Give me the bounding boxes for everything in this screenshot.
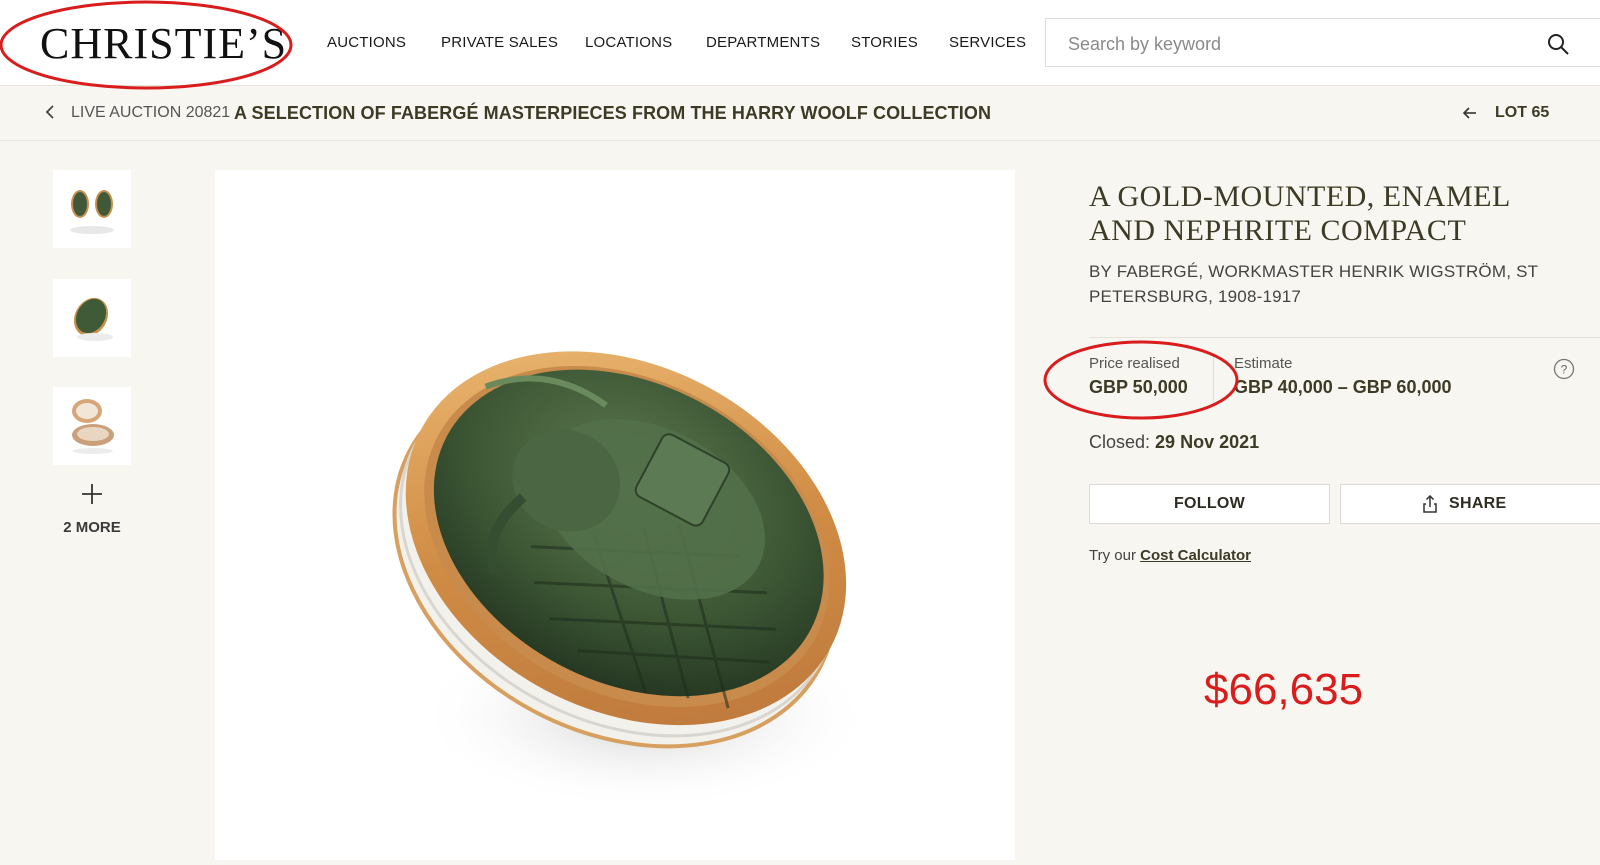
nav-item-locations[interactable]: LOCATIONS bbox=[585, 34, 672, 51]
christies-logo[interactable]: CHRISTIE’S bbox=[40, 20, 287, 68]
estimate-value: GBP 40,000 – GBP 60,000 bbox=[1234, 377, 1452, 397]
nav-item-auctions[interactable]: AUCTIONS bbox=[327, 34, 406, 51]
thumbnail-2[interactable] bbox=[53, 279, 131, 357]
more-images-link[interactable]: 2 MORE bbox=[40, 519, 144, 536]
thumbnail-image bbox=[70, 190, 114, 234]
svg-text:?: ? bbox=[1561, 363, 1568, 377]
site-header: CHRISTIE’S AUCTIONS PRIVATE SALES LOCATI… bbox=[0, 0, 1600, 86]
price-realised-value: GBP 50,000 bbox=[1089, 377, 1188, 397]
auction-number[interactable]: LIVE AUCTION 20821 bbox=[71, 104, 230, 122]
search-icon[interactable] bbox=[1546, 32, 1570, 56]
cost-calculator-row: Try our Cost Calculator bbox=[1089, 547, 1251, 564]
search-input[interactable] bbox=[1066, 31, 1530, 57]
calc-prefix: Try our bbox=[1089, 547, 1136, 564]
auction-title[interactable]: A SELECTION OF FABERGÉ MASTERPIECES FROM… bbox=[234, 103, 991, 124]
thumbnail-3[interactable] bbox=[53, 387, 131, 465]
thumbnail-image bbox=[73, 297, 113, 341]
nav-item-services[interactable]: SERVICES bbox=[949, 34, 1026, 51]
plus-icon[interactable] bbox=[80, 482, 104, 506]
follow-button[interactable]: FOLLOW bbox=[1089, 484, 1330, 524]
lot-number: LOT 65 bbox=[1495, 104, 1550, 121]
thumbnail-image bbox=[72, 399, 114, 454]
lot-title: A GOLD-MOUNTED, ENAMEL AND NEPHRITE COMP… bbox=[1089, 180, 1510, 247]
closed-date: 29 Nov 2021 bbox=[1155, 432, 1260, 452]
nav-item-stories[interactable]: STORIES bbox=[851, 34, 918, 51]
breadcrumb: LIVE AUCTION 20821 A SELECTION OF FABERG… bbox=[0, 86, 1600, 141]
cost-calculator-link[interactable]: Cost Calculator bbox=[1140, 547, 1251, 564]
help-icon[interactable]: ? bbox=[1553, 358, 1575, 380]
divider bbox=[1213, 355, 1214, 403]
search-box bbox=[1045, 18, 1600, 67]
divider bbox=[1089, 337, 1600, 338]
nav-item-departments[interactable]: DEPARTMENTS bbox=[706, 34, 820, 51]
share-icon bbox=[1423, 495, 1437, 513]
lot-subtitle: BY FABERGÉ, WORKMASTER HENRIK WIGSTRÖM, … bbox=[1089, 262, 1538, 306]
share-button[interactable]: SHARE bbox=[1340, 484, 1600, 524]
compact-image bbox=[392, 351, 875, 810]
chevron-left-icon[interactable] bbox=[43, 104, 57, 120]
thumbnail-1[interactable] bbox=[53, 170, 131, 248]
closed-label: Closed: bbox=[1089, 432, 1151, 452]
usd-conversion-annotation: $66,635 bbox=[1204, 665, 1364, 714]
closed-date-row: Closed: 29 Nov 2021 bbox=[1089, 432, 1259, 453]
price-realised-label: Price realised bbox=[1089, 355, 1180, 372]
arrow-left-icon[interactable] bbox=[1462, 105, 1478, 121]
estimate-label: Estimate bbox=[1234, 355, 1293, 372]
nav-item-private-sales[interactable]: PRIVATE SALES bbox=[441, 34, 558, 51]
lot-main-image[interactable] bbox=[215, 170, 1015, 860]
